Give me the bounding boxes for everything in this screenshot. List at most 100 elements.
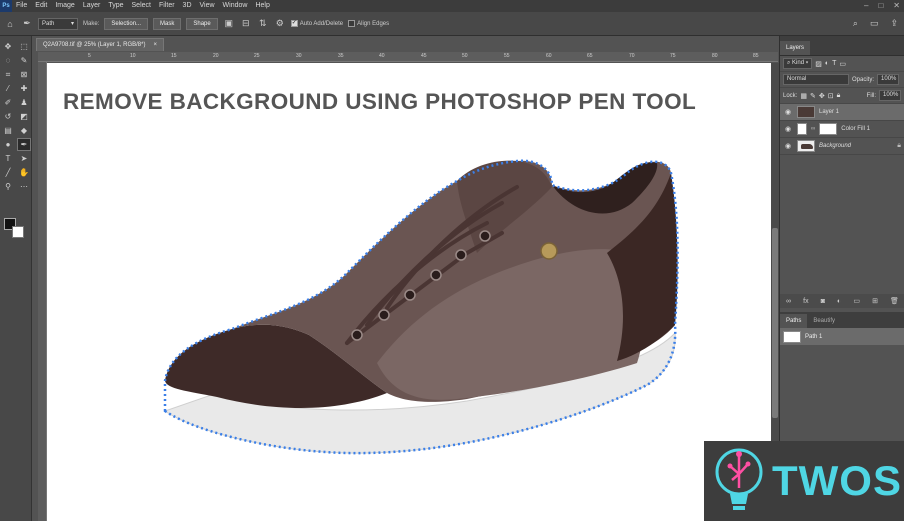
lasso-tool-icon[interactable]: ◌ [1,54,15,67]
minimize-button[interactable]: – [864,0,868,12]
path-operations-icon[interactable]: ▣ [223,18,235,30]
shape-tool-icon[interactable]: ╱ [1,166,15,179]
gear-icon[interactable]: ⚙ [274,18,286,30]
lock-move-icon[interactable]: ✥ [819,92,825,100]
twos-watermark: TWOS [704,441,904,521]
crop-tool-icon[interactable]: ⌗ [1,68,15,81]
layer-style-icon[interactable]: fx [803,298,808,305]
opacity-field[interactable]: 100% [877,74,900,85]
new-group-icon[interactable]: ▭ [853,297,860,305]
path-row[interactable]: Path 1 [780,328,904,345]
tool-mode-select[interactable]: Path ▾ [38,17,78,30]
filter-pixel-icon[interactable]: ▨ [815,60,822,68]
menu-filter[interactable]: Filter [155,0,179,12]
eraser-tool-icon[interactable]: ◩ [17,110,31,123]
pen-tool-preset-icon[interactable]: ✒ [21,18,33,30]
auto-add-delete-checkbox[interactable]: ✓ Auto Add/Delete [290,20,343,27]
scrollbar-thumb[interactable] [772,228,778,418]
zoom-tool-icon[interactable]: ⚲ [1,180,15,193]
visibility-eye-icon[interactable]: ◉ [783,142,793,150]
more-tools-icon[interactable]: ⋯ [17,180,31,193]
tab-beautify[interactable]: Beautify [807,314,841,328]
layer-row-background[interactable]: ◉ Background 🔒︎ [780,138,904,155]
layer-row-layer-1[interactable]: ◉ Layer 1 [780,104,904,121]
menu-3d[interactable]: 3D [179,0,196,12]
tab-layers[interactable]: Layers [780,41,811,55]
new-layer-icon[interactable]: ⊞ [872,297,878,305]
close-tab-icon[interactable]: × [153,39,157,51]
frame-tool-icon[interactable]: ⊠ [17,68,31,81]
blur-tool-icon[interactable]: ◆ [17,124,31,137]
lock-artboard-icon[interactable]: ⊡ [828,92,834,100]
type-tool-icon[interactable]: T [1,152,15,165]
layer-name: Layer 1 [819,109,840,115]
delete-layer-icon[interactable]: 🗑︎ [890,297,899,305]
lock-pixels-icon[interactable]: ▦ [800,92,807,100]
menu-image[interactable]: Image [51,0,78,12]
visibility-eye-icon[interactable]: ◉ [783,125,793,133]
kind-filter-select[interactable]: ⌕ Kind ▾ [783,58,813,69]
hand-tool-icon[interactable]: ✋ [17,166,31,179]
share-icon[interactable]: ⇪ [890,18,898,29]
make-mask-button[interactable]: Mask [153,17,182,30]
brush-tool-icon[interactable]: ✐ [1,96,15,109]
fill-field[interactable]: 100% [879,90,901,101]
options-right-icons: ⌕ ▭ ⇪ [853,18,898,29]
tab-paths[interactable]: Paths [780,314,808,328]
menu-select[interactable]: Select [128,0,155,12]
window-controls: – □ ✕ [864,0,900,12]
ruler-tick: 30 [296,53,302,59]
search-icon[interactable]: ⌕ [853,18,858,29]
lock-fill-row: Lock: ▦ ✎ ✥ ⊡ 🔒︎ Fill: 100% [780,88,904,104]
link-layers-icon[interactable]: ∞ [786,298,791,305]
visibility-eye-icon[interactable]: ◉ [783,108,793,116]
path-name: Path 1 [805,333,823,340]
filter-adjustment-icon[interactable]: ◐ [825,60,829,67]
add-mask-icon[interactable]: ◙ [821,298,825,305]
layer-row-color-fill-1[interactable]: ◉ ∞ Color Fill 1 [780,121,904,138]
workspace-icon[interactable]: ▭ [870,18,879,29]
document-tab[interactable]: Q2A9708.tif @ 25% (Layer 1, RGB/8*) × [36,38,164,51]
gradient-tool-icon[interactable]: ▤ [1,124,15,137]
menu-view[interactable]: View [196,0,219,12]
close-window-button[interactable]: ✕ [893,0,900,12]
clone-stamp-icon[interactable]: ♟ [17,96,31,109]
home-icon[interactable]: ⌂ [4,18,16,30]
menu-layer[interactable]: Layer [79,0,105,12]
lock-brush-icon[interactable]: ✎ [810,92,816,100]
menu-window[interactable]: Window [219,0,252,12]
ruler-tick: 85 [753,53,759,59]
menu-type[interactable]: Type [104,0,127,12]
vertical-ruler [38,62,47,521]
ruler-tick: 70 [629,53,635,59]
menu-file[interactable]: File [12,0,31,12]
quick-select-tool-icon[interactable]: ✎ [17,54,31,67]
document-canvas[interactable]: REMOVE BACKGROUND USING PHOTOSHOP PEN TO… [47,63,771,521]
lock-icon: 🔒︎ [897,142,901,149]
history-brush-icon[interactable]: ↺ [1,110,15,123]
move-tool-icon[interactable]: ✥ [1,40,15,53]
eyedropper-tool-icon[interactable]: ⁄ [1,82,15,95]
lock-all-icon[interactable]: 🔒︎ [837,92,841,100]
path-selection-tool-icon[interactable]: ➤ [17,152,31,165]
maximize-button[interactable]: □ [878,0,883,12]
adjustment-layer-icon[interactable]: ◐ [837,298,841,305]
path-arrangement-icon[interactable]: ⇅ [257,18,269,30]
make-selection-button[interactable]: Selection... [104,17,149,30]
filter-shape-icon[interactable]: ▭ [839,60,846,68]
blend-mode-select[interactable]: Normal [783,74,849,85]
align-edges-checkbox[interactable]: Align Edges [348,20,389,27]
healing-brush-icon[interactable]: ✚ [17,82,31,95]
pen-tool-icon[interactable]: ✒ [17,138,31,151]
menu-help[interactable]: Help [251,0,273,12]
path-alignment-icon[interactable]: ⊟ [240,18,252,30]
marquee-tool-icon[interactable]: ⬚ [17,40,31,53]
ruler-tick: 5 [88,53,91,59]
shoe-badge [540,242,558,260]
fill-label: Fill: [866,92,876,99]
dodge-tool-icon[interactable]: ● [1,138,15,151]
background-color-swatch[interactable] [12,226,24,238]
filter-type-icon[interactable]: T [832,60,836,67]
menu-edit[interactable]: Edit [31,0,51,12]
make-shape-button[interactable]: Shape [186,17,218,30]
